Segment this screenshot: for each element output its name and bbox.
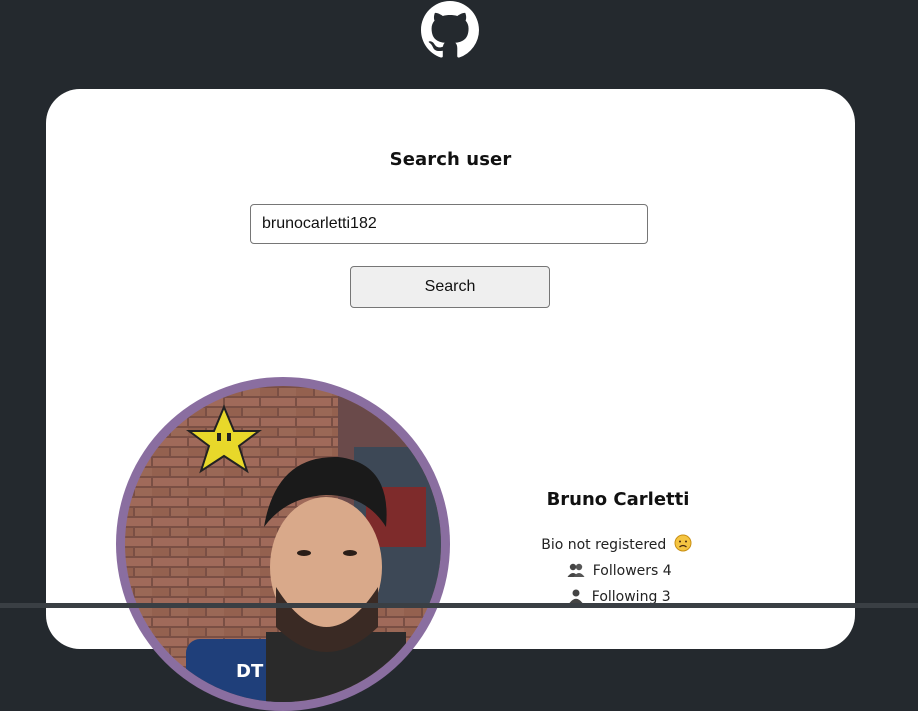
user-avatar: DT [116,377,450,711]
followers-row: Followers 4 [492,560,744,586]
people-icon [567,562,585,586]
svg-text:DT: DT [236,661,264,682]
person-icon [568,588,584,612]
bottom-scroll-bar [0,603,918,608]
profile-name: Bruno Carletti [546,489,690,510]
following-row: Following 3 [492,586,744,612]
bio-row: Bio not registered [492,534,744,560]
bio-text: Bio not registered [541,537,667,553]
github-logo-icon[interactable] [421,1,479,59]
sad-face-icon [674,534,692,560]
profile-stats: Bio not registered Followers 4 Following… [492,534,744,612]
followers-count: Followers 4 [592,563,672,579]
search-card: Search user Search [46,89,855,711]
search-title: Search user [389,149,512,170]
page-header [0,0,918,88]
search-button[interactable]: Search [350,266,550,308]
username-search-input[interactable] [250,204,648,244]
